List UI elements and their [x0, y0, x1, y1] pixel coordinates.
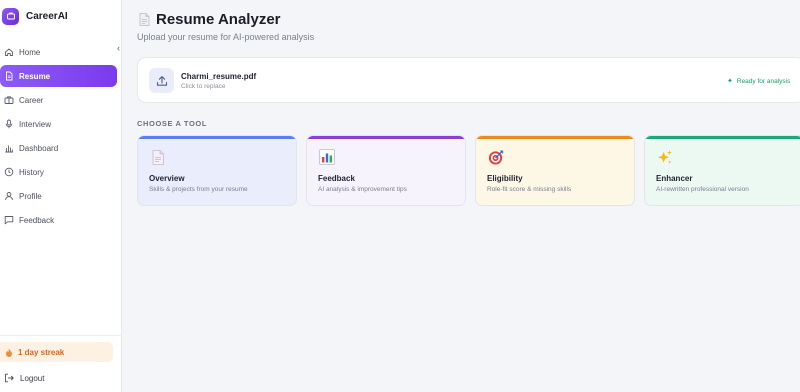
sidebar-item-label: Resume: [19, 71, 51, 81]
sidebar-item-history[interactable]: History: [0, 161, 117, 183]
card-title: Eligibility: [487, 174, 523, 183]
message-icon: [3, 215, 14, 226]
streak-label: 1 day streak: [18, 347, 65, 357]
page-title: Resume Analyzer: [156, 11, 281, 28]
card-accent-bar: [476, 136, 634, 139]
bar-chart-icon: [3, 143, 14, 154]
card-accent-bar: [645, 136, 800, 139]
sidebar-item-label: Home: [19, 47, 41, 57]
app-name: CareerAI: [26, 10, 68, 22]
home-icon: [3, 47, 14, 58]
status-label: Ready for analysis: [736, 77, 791, 85]
main-content: Resume Analyzer Upload your resume for A…: [123, 0, 800, 392]
sidebar-item-label: Profile: [19, 191, 42, 201]
card-title: Overview: [149, 174, 185, 183]
card-description: AI-rewritten professional version: [656, 186, 749, 193]
briefcase-logo-icon: [2, 7, 19, 25]
card-title: Feedback: [318, 174, 355, 183]
card-description: AI analysis & improvement tips: [318, 186, 407, 193]
sidebar-item-label: Interview: [19, 119, 52, 129]
sidebar-item-career[interactable]: Career: [0, 89, 117, 111]
sidebar-item-home[interactable]: Home: [0, 41, 117, 63]
card-description: Skills & projects from your resume: [149, 186, 248, 193]
card-accent-bar: [307, 136, 465, 139]
target-icon: [488, 149, 504, 165]
document-icon: [150, 149, 166, 165]
sidebar-item-interview[interactable]: Interview: [0, 113, 117, 135]
card-description: Role-fit score & missing skills: [487, 186, 572, 193]
sidebar: CareerAI ‹ Home Resume Career Interview …: [0, 0, 122, 392]
sidebar-item-dashboard[interactable]: Dashboard: [0, 137, 117, 159]
section-label: CHOOSE A TOOL: [137, 119, 208, 128]
sidebar-divider: [0, 335, 122, 336]
sidebar-item-feedback[interactable]: Feedback: [0, 209, 117, 231]
page-header: Resume Analyzer: [139, 11, 281, 28]
microphone-icon: [3, 119, 14, 130]
file-name: Charmi_resume.pdf: [181, 72, 257, 81]
briefcase-icon: [3, 95, 14, 106]
clock-icon: [3, 167, 14, 178]
fire-icon: [5, 348, 13, 357]
sparkle-icon: ✦: [727, 78, 733, 85]
replace-hint: Click to replace: [181, 83, 226, 90]
bar-chart-icon: [319, 149, 335, 165]
sidebar-item-label: Dashboard: [19, 143, 59, 153]
upload-dropzone[interactable]: Charmi_resume.pdf Click to replace ✦ Rea…: [137, 57, 800, 103]
brand[interactable]: CareerAI: [0, 0, 122, 32]
sparkles-icon: [657, 149, 673, 165]
tool-card-enhancer[interactable]: Enhancer AI-rewritten professional versi…: [644, 135, 800, 206]
sidebar-item-label: History: [19, 167, 44, 177]
tool-card-feedback[interactable]: Feedback AI analysis & improvement tips: [306, 135, 466, 206]
sidebar-item-profile[interactable]: Profile: [0, 185, 117, 207]
streak-badge: 1 day streak: [0, 342, 113, 362]
tool-card-overview[interactable]: Overview Skills & projects from your res…: [137, 135, 297, 206]
sidebar-item-label: Feedback: [19, 215, 55, 225]
document-icon: [139, 13, 150, 26]
sidebar-item-resume[interactable]: Resume: [0, 65, 117, 87]
upload-icon: [149, 68, 174, 93]
card-accent-bar: [138, 136, 296, 139]
sidebar-nav: Home Resume Career Interview Dashboard H…: [0, 41, 122, 233]
card-title: Enhancer: [656, 174, 693, 183]
sidebar-item-label: Career: [19, 95, 44, 105]
tool-card-eligibility[interactable]: Eligibility Role-fit score & missing ski…: [475, 135, 635, 206]
status-badge: ✦ Ready for analysis: [727, 77, 791, 86]
logout-button[interactable]: Logout: [4, 371, 44, 385]
logout-icon: [4, 373, 14, 383]
document-icon: [3, 71, 14, 82]
user-icon: [3, 191, 14, 202]
page-subtitle: Upload your resume for AI-powered analys…: [137, 32, 315, 42]
logout-label: Logout: [20, 373, 45, 383]
